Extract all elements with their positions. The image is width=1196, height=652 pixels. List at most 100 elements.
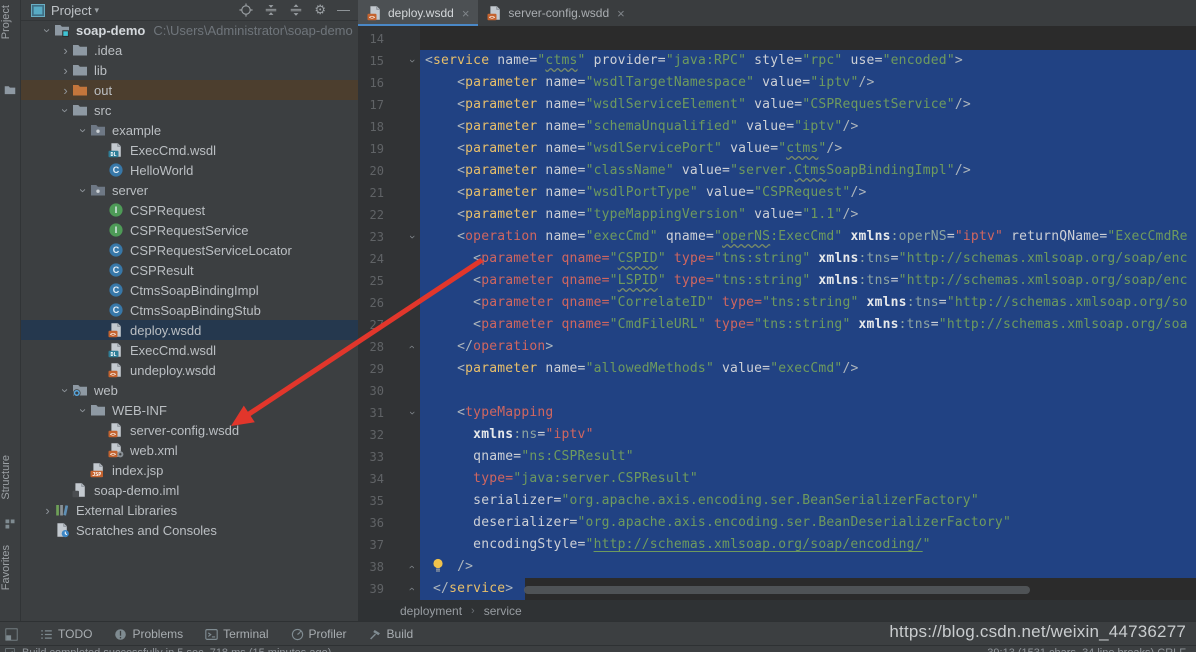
tree-item-label: index.jsp	[112, 463, 163, 478]
chevron-down-icon[interactable]: ›	[40, 24, 55, 37]
tree-item-cspresult[interactable]: CCSPResult	[21, 260, 358, 280]
code-line-35[interactable]: serializer="org.apache.axis.encoding.ser…	[358, 490, 1196, 512]
chevron-down-icon[interactable]: ›	[58, 104, 73, 117]
svg-text:DL: DL	[110, 152, 116, 158]
tree-item-soap-demo[interactable]: ›soap-demoC:\Users\Administrator\soap-de…	[21, 20, 358, 40]
code-line-30[interactable]	[358, 380, 1196, 402]
chevron-right-icon[interactable]: ›	[59, 83, 72, 98]
tree-item-csprequestservice[interactable]: I CSPRequestService	[21, 220, 358, 240]
tree-item-ctmssoapbindingimpl[interactable]: CCtmsSoapBindingImpl	[21, 280, 358, 300]
code-line-22[interactable]: <parameter name="typeMappingVersion" val…	[358, 204, 1196, 226]
code-line-19[interactable]: <parameter name="wsdlServicePort" value=…	[358, 138, 1196, 160]
tree-item-index.jsp[interactable]: JSPindex.jsp	[21, 460, 358, 480]
tree-item-web.xml[interactable]: <>web.xml	[21, 440, 358, 460]
tree-item-label: server	[112, 183, 148, 198]
expand-all-icon[interactable]	[289, 3, 303, 17]
tree-item-src[interactable]: ›src	[21, 100, 358, 120]
tree-item-label: CtmsSoapBindingStub	[130, 303, 261, 318]
toolbar-item-build[interactable]: Build	[369, 627, 414, 641]
horizontal-scrollbar[interactable]	[524, 586, 1030, 594]
code-line-16[interactable]: <parameter name="wsdlTargetNamespace" va…	[358, 72, 1196, 94]
tab-deploy.wsdd[interactable]: <>deploy.wsdd×	[358, 0, 478, 26]
tree-item-csprequest[interactable]: I CSPRequest	[21, 200, 358, 220]
chevron-down-icon[interactable]: ›	[58, 384, 73, 397]
code-line-32[interactable]: xmlns:ns="iptv"	[358, 424, 1196, 446]
stripe-tab-project[interactable]: Project	[0, 5, 20, 39]
breadcrumb-item-deployment[interactable]: deployment	[400, 604, 462, 618]
interface-icon: I	[108, 202, 124, 218]
code-line-26[interactable]: <parameter qname="CorrelateID" type="tns…	[358, 292, 1196, 314]
breadcrumb-item-service[interactable]: service	[484, 604, 522, 618]
chevron-right-icon[interactable]: ›	[59, 43, 72, 58]
tree-item-label: lib	[94, 63, 107, 78]
tree-item-deploy.wsdd[interactable]: <>deploy.wsdd	[21, 320, 358, 340]
tree-item-execcmd.wsdl[interactable]: DLExecCmd.wsdl	[21, 340, 358, 360]
code-editor[interactable]: 1415›1617181920212223›2425262728›293031›…	[358, 26, 1196, 600]
code-line-24[interactable]: <parameter qname="CSPID" type="tns:strin…	[358, 248, 1196, 270]
tree-item-csprequestservicelocator[interactable]: CCSPRequestServiceLocator	[21, 240, 358, 260]
status-icon	[5, 648, 15, 652]
tree-item-execcmd.wsdl[interactable]: DLExecCmd.wsdl	[21, 140, 358, 160]
chevron-down-icon[interactable]: ›	[76, 124, 91, 137]
code-line-21[interactable]: <parameter name="wsdlPortType" value="CS…	[358, 182, 1196, 204]
code-line-20[interactable]: <parameter name="className" value="serve…	[358, 160, 1196, 182]
toolbar-item-todo[interactable]: TODO	[40, 627, 92, 641]
chevron-right-icon[interactable]: ›	[41, 503, 54, 518]
code-line-38[interactable]: />	[358, 556, 1196, 578]
hide-icon[interactable]: —	[337, 3, 350, 17]
tree-item-soap-demo.iml[interactable]: soap-demo.iml	[21, 480, 358, 500]
toolwindow-switcher-icon[interactable]	[5, 628, 18, 641]
tree-item-server[interactable]: › server	[21, 180, 358, 200]
stripe-tab-favorites[interactable]: Favorites	[0, 545, 20, 590]
code-line-23[interactable]: <operation name="execCmd" qname="operNS:…	[358, 226, 1196, 248]
code-line-34[interactable]: type="java:server.CSPResult"	[358, 468, 1196, 490]
tree-item-label: CSPRequestService	[130, 223, 249, 238]
close-icon[interactable]: ×	[462, 6, 470, 21]
tab-server-config.wsdd[interactable]: <>server-config.wsdd×	[478, 0, 633, 26]
code-line-27[interactable]: <parameter qname="CmdFileURL" type="tns:…	[358, 314, 1196, 336]
code-line-31[interactable]: <typeMapping	[358, 402, 1196, 424]
code-line-28[interactable]: </operation>	[358, 336, 1196, 358]
code-line-15[interactable]: <service name="ctms" provider="java:RPC"…	[358, 50, 1196, 72]
svg-text:<>: <>	[369, 15, 375, 21]
tab-label: server-config.wsdd	[508, 6, 609, 20]
tree-item-web[interactable]: ›web	[21, 380, 358, 400]
code-line-25[interactable]: <parameter qname="LSPID" type="tns:strin…	[358, 270, 1196, 292]
tree-item-scratches-and-consoles[interactable]: Scratches and Consoles	[21, 520, 358, 540]
toolbar-item-problems[interactable]: Problems	[114, 627, 183, 641]
file-xml-icon: <>	[108, 442, 124, 458]
tree-item-web-inf[interactable]: ›WEB-INF	[21, 400, 358, 420]
chevron-down-icon[interactable]: ›	[76, 184, 91, 197]
tree-item-server-config.wsdd[interactable]: <>server-config.wsdd	[21, 420, 358, 440]
code-line-29[interactable]: <parameter name="allowedMethods" value="…	[358, 358, 1196, 380]
chevron-down-icon[interactable]: ›	[76, 404, 91, 417]
tree-item-lib[interactable]: › lib	[21, 60, 358, 80]
toolbar-item-profiler[interactable]: Profiler	[291, 627, 347, 641]
tree-item-ctmssoapbindingstub[interactable]: CCtmsSoapBindingStub	[21, 300, 358, 320]
tree-item-label: .idea	[94, 43, 122, 58]
svg-text:I: I	[115, 225, 118, 235]
chevron-right-icon[interactable]: ›	[59, 63, 72, 78]
code-line-17[interactable]: <parameter name="wsdlServiceElement" val…	[358, 94, 1196, 116]
file-iml-icon	[72, 482, 88, 498]
intention-bulb-icon[interactable]	[432, 558, 444, 572]
tree-item-undeploy.wsdd[interactable]: <>undeploy.wsdd	[21, 360, 358, 380]
tree-item-label: CSPRequest	[130, 203, 205, 218]
stripe-tab-structure[interactable]: Structure	[0, 455, 20, 500]
code-line-33[interactable]: qname="ns:CSPResult"	[358, 446, 1196, 468]
tree-item-out[interactable]: ›out	[21, 80, 358, 100]
code-line-37[interactable]: encodingStyle="http://schemas.xmlsoap.or…	[358, 534, 1196, 556]
tree-item-helloworld[interactable]: CHelloWorld	[21, 160, 358, 180]
settings-icon[interactable]: ⚙	[314, 3, 326, 17]
code-line-14[interactable]	[358, 28, 1196, 50]
code-line-36[interactable]: deserializer="org.apache.axis.encoding.s…	[358, 512, 1196, 534]
chevron-down-icon[interactable]: ▾	[94, 5, 99, 16]
code-line-18[interactable]: <parameter name="schemaUnqualified" valu…	[358, 116, 1196, 138]
locate-icon[interactable]	[239, 3, 253, 17]
close-icon[interactable]: ×	[617, 6, 625, 21]
tree-item-external-libraries[interactable]: ›External Libraries	[21, 500, 358, 520]
tree-item-.idea[interactable]: › .idea	[21, 40, 358, 60]
toolbar-item-terminal[interactable]: Terminal	[205, 627, 268, 641]
tree-item-example[interactable]: ›example	[21, 120, 358, 140]
collapse-all-icon[interactable]	[264, 3, 278, 17]
